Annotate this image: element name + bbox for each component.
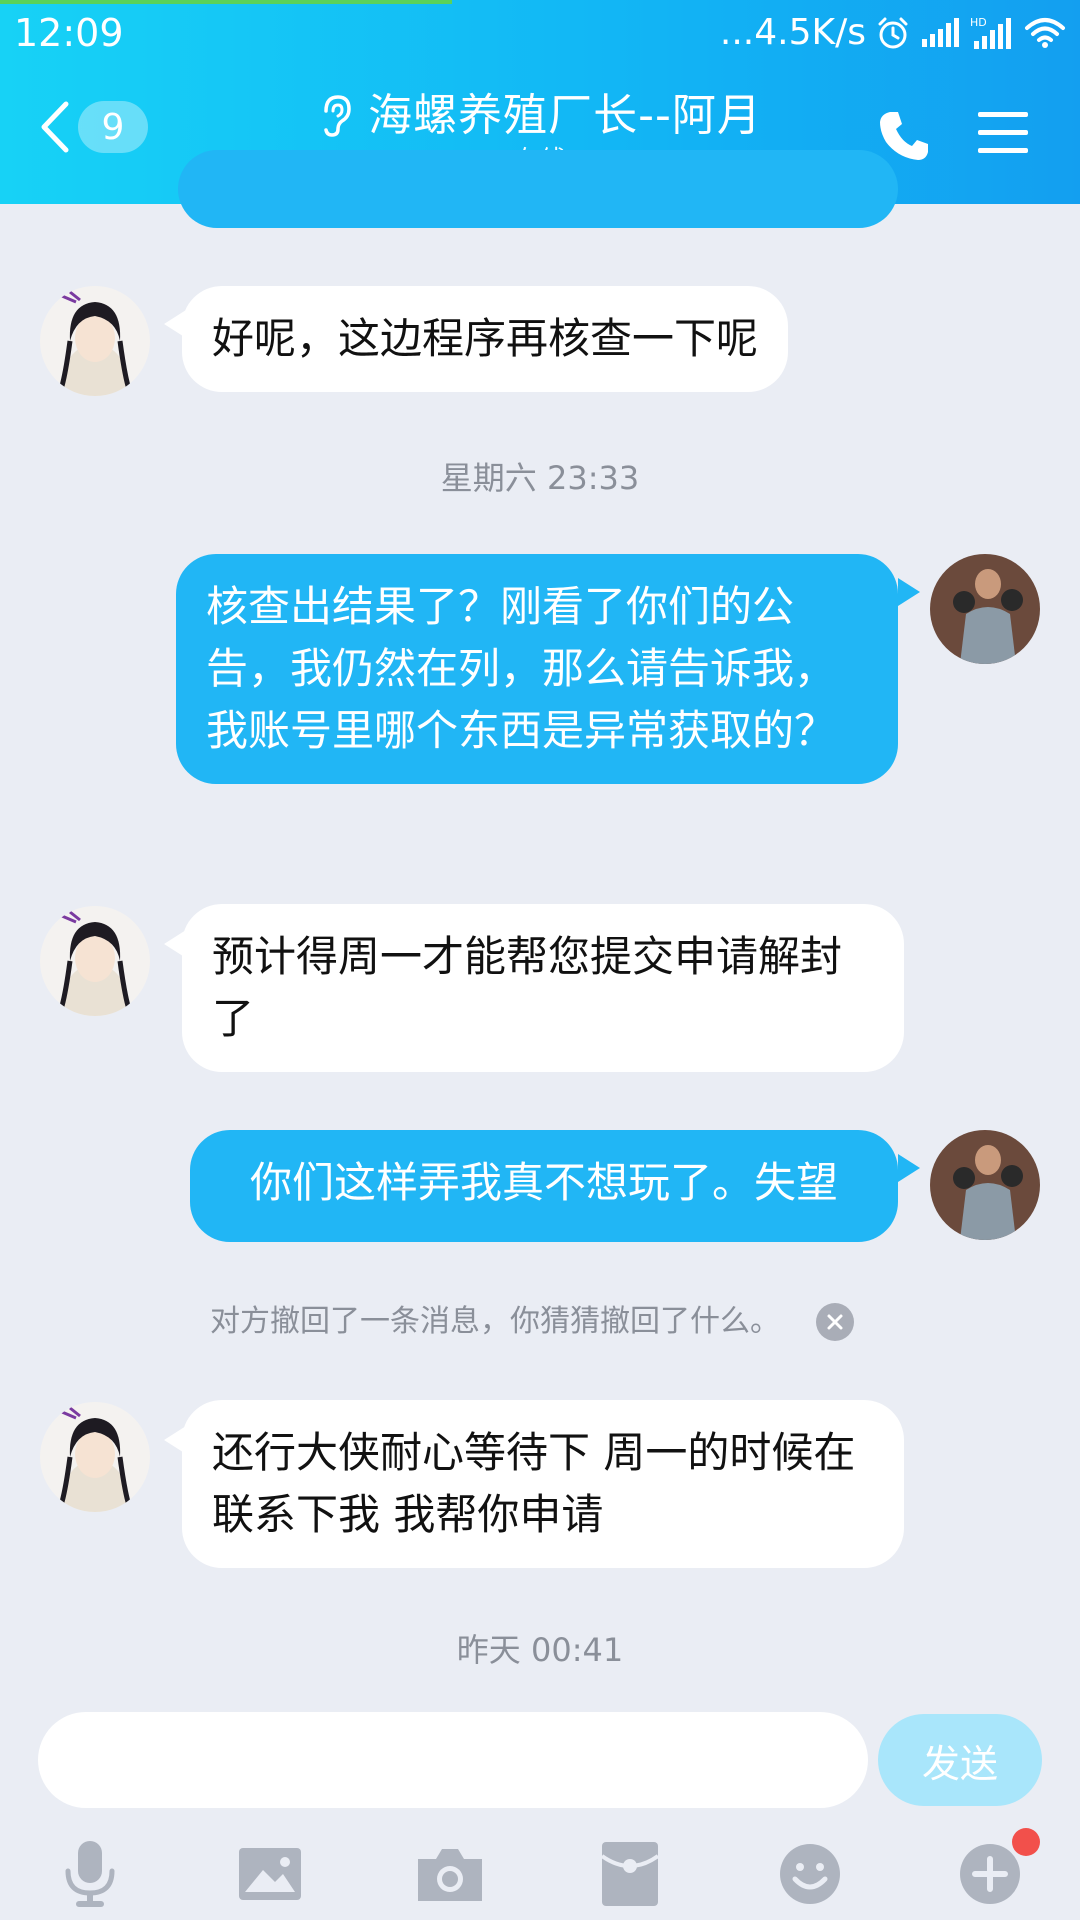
camera-icon[interactable] bbox=[410, 1834, 490, 1914]
contact-avatar[interactable] bbox=[40, 1402, 150, 1512]
contact-avatar[interactable] bbox=[40, 906, 150, 1016]
status-icons: ...4.5K/s HD bbox=[720, 10, 1066, 56]
message-bubble-incoming[interactable]: 好呢，这边程序再核查一下呢 bbox=[182, 286, 789, 392]
send-button[interactable]: 发送 bbox=[878, 1714, 1042, 1806]
contact-avatar[interactable] bbox=[40, 286, 150, 396]
emoji-icon[interactable] bbox=[770, 1834, 850, 1914]
chevron-left-icon bbox=[41, 101, 69, 153]
unread-count-badge: 9 bbox=[78, 101, 148, 153]
bubble-tail bbox=[898, 578, 920, 606]
status-time: 12:09 bbox=[14, 11, 124, 55]
user-avatar[interactable] bbox=[930, 554, 1040, 664]
user-avatar[interactable] bbox=[930, 1130, 1040, 1240]
message-timestamp: 昨天 00:41 bbox=[456, 1631, 624, 1669]
message-bubble-incoming[interactable]: 预计得周一才能帮您提交申请解封了 bbox=[182, 904, 904, 1072]
svg-text:HD: HD bbox=[970, 16, 987, 29]
recall-notice-text: 对方撤回了一条消息，你猜猜撤回了什么。 bbox=[210, 1304, 780, 1339]
signal-icon bbox=[922, 18, 959, 47]
loading-progress-line bbox=[0, 0, 452, 4]
recall-notice: 对方撤回了一条消息，你猜猜撤回了什么。 bbox=[210, 1302, 854, 1342]
microphone-icon[interactable] bbox=[50, 1834, 130, 1914]
hd-signal-icon: HD bbox=[970, 16, 1011, 49]
close-icon[interactable] bbox=[816, 1303, 854, 1341]
message-bubble-outgoing[interactable]: 你们这样弄我真不想玩了。失望 bbox=[190, 1130, 898, 1242]
red-packet-icon[interactable] bbox=[590, 1834, 670, 1914]
bubble-tail bbox=[898, 1154, 920, 1182]
image-icon[interactable] bbox=[230, 1834, 310, 1914]
message-input[interactable] bbox=[38, 1712, 868, 1808]
input-toolbar bbox=[0, 1820, 1080, 1920]
notification-dot bbox=[1012, 1828, 1040, 1856]
network-speed: ...4.5K/s bbox=[719, 12, 866, 53]
message-bubble-incoming[interactable]: 还行大侠耐心等待下 周一的时候在联系下我 我帮你申请 bbox=[182, 1400, 904, 1568]
alarm-icon bbox=[878, 17, 908, 49]
hamburger-menu-icon bbox=[978, 112, 1028, 153]
message-bubble-outgoing[interactable]: 核查出结果了？刚看了你们的公告，我仍然在列，那么请告诉我，我账号里哪个东西是异常… bbox=[176, 554, 898, 784]
back-button[interactable]: 9 bbox=[38, 100, 148, 154]
previous-message-bubble-partial bbox=[178, 150, 898, 228]
message-timestamp: 星期六 23:33 bbox=[440, 459, 640, 497]
wifi-icon bbox=[1025, 18, 1065, 48]
ear-icon bbox=[324, 95, 351, 137]
chat-title: 海螺养殖厂长--阿月 bbox=[368, 90, 762, 141]
phone-icon bbox=[880, 112, 928, 160]
menu-button[interactable] bbox=[978, 110, 1028, 160]
